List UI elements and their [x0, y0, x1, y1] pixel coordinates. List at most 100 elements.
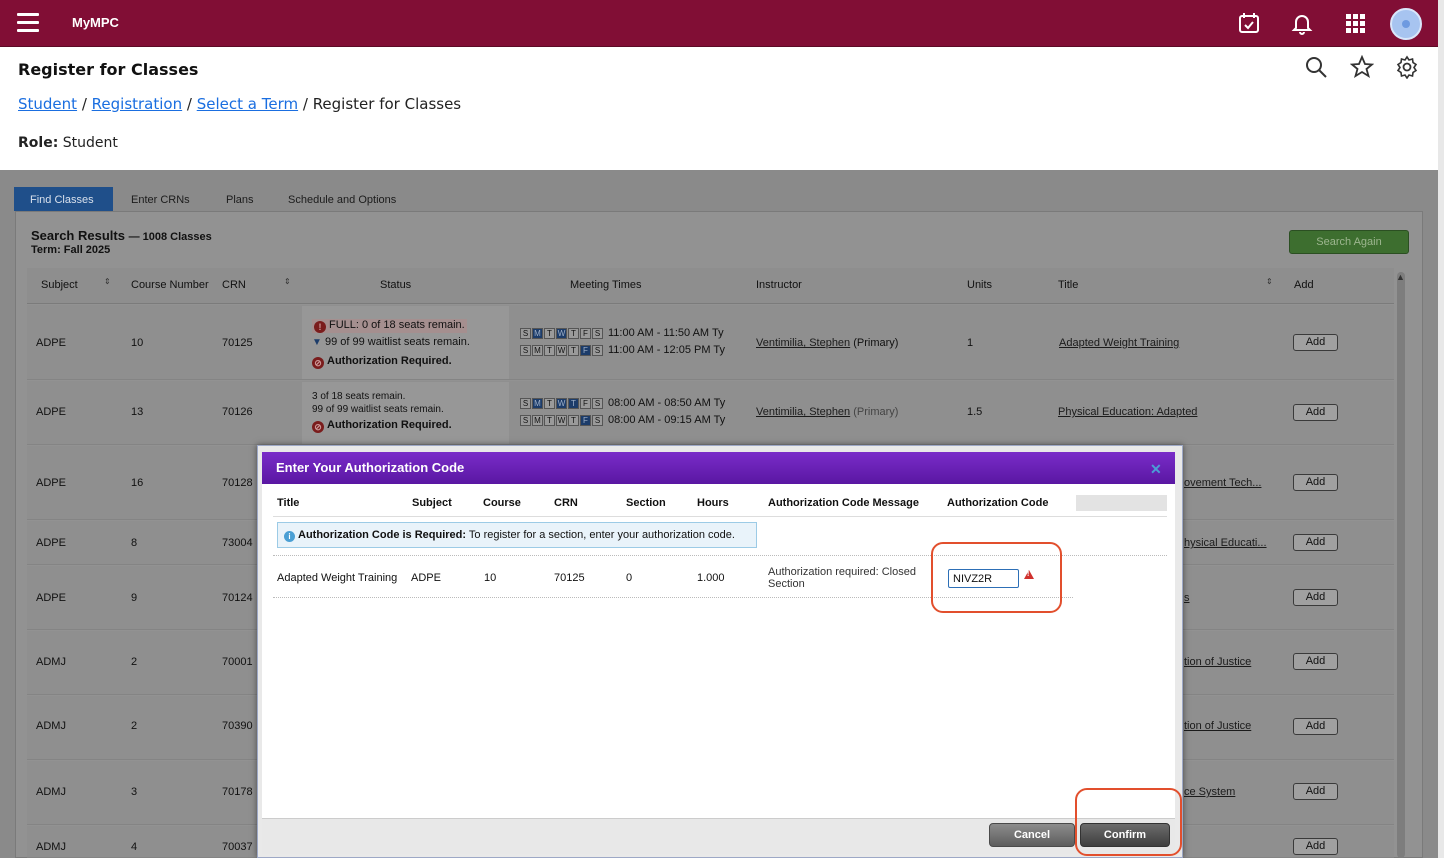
search-again-button[interactable]: Search Again — [1289, 230, 1409, 254]
instructor-link[interactable]: Ventimilia, Stephen — [756, 406, 850, 418]
row-course: 3 — [131, 786, 138, 798]
row-crn: 73004 — [222, 537, 253, 549]
breadcrumb-student[interactable]: Student — [18, 95, 77, 113]
close-icon[interactable]: ✕ — [1150, 461, 1164, 477]
row-subject: ADPE — [36, 337, 66, 349]
row-subject: ADMJ — [36, 720, 66, 732]
row-title-link[interactable]: Adapted Weight Training — [1059, 337, 1179, 349]
row-course: 4 — [131, 841, 138, 853]
row-crn: 70124 — [222, 592, 253, 604]
row-title-link[interactable]: hysical Educati... — [1184, 537, 1267, 549]
add-button[interactable]: Add — [1293, 334, 1338, 351]
row-instructor: Ventimilia, Stephen (Primary) — [756, 406, 899, 418]
row-subject: ADPE — [36, 592, 66, 604]
tab-enter-crns[interactable]: Enter CRNs — [131, 187, 190, 211]
tab-plans[interactable]: Plans — [226, 187, 254, 211]
status-full: ! FULL: 0 of 18 seats remain. — [312, 319, 467, 333]
gear-icon[interactable] — [1395, 55, 1419, 79]
add-button[interactable]: Add — [1293, 404, 1338, 421]
row-crn: 70037 — [222, 841, 253, 853]
results-count: — 1008 Classes — [128, 231, 212, 243]
add-button[interactable]: Add — [1293, 534, 1338, 551]
status-auth: ⊘ Authorization Required. — [312, 419, 452, 433]
row-course: 10 — [131, 337, 144, 349]
info-icon: i — [284, 531, 295, 542]
row-title-link[interactable]: s — [1184, 592, 1190, 604]
col-meeting-times: Meeting Times — [570, 279, 642, 291]
star-icon[interactable] — [1350, 55, 1374, 79]
breadcrumb-select-term[interactable]: Select a Term — [197, 95, 298, 113]
dialog-col-blank — [1076, 495, 1167, 511]
app-brand[interactable]: MyMPC — [72, 15, 119, 30]
top-bar — [0, 0, 1444, 47]
dialog-row-subject: ADPE — [411, 572, 441, 584]
sort-icon[interactable]: ⇕ — [104, 277, 111, 286]
dialog-col-subject: Subject — [412, 497, 452, 509]
add-button[interactable]: Add — [1293, 783, 1338, 800]
term-label: Term: Fall 2025 — [31, 244, 111, 256]
col-units[interactable]: Units — [967, 279, 992, 291]
row-subject: ADPE — [36, 406, 66, 418]
col-crn[interactable]: CRN — [222, 279, 246, 291]
col-course-number[interactable]: Course Number — [131, 279, 211, 291]
dialog-col-course: Course — [483, 497, 521, 509]
col-status: Status — [380, 279, 412, 291]
apps-grid-icon[interactable] — [1343, 11, 1367, 35]
add-button[interactable]: Add — [1293, 653, 1338, 670]
status-seats: 3 of 18 seats remain. — [312, 391, 406, 402]
row-crn: 70178 — [222, 786, 253, 798]
row-title-link[interactable]: ovement Tech... — [1184, 477, 1261, 489]
window-edge — [1438, 0, 1444, 858]
tab-find-classes[interactable]: Find Classes — [14, 187, 113, 211]
meeting-days: S M T W T F S 11:00 AM - 11:50 AM Ty — [520, 327, 724, 339]
waitlist-icon: ▼ — [312, 337, 322, 348]
status-waitlist: ▼ 99 of 99 waitlist seats remain. — [312, 336, 470, 348]
row-title-link[interactable]: Physical Education: Adapted — [1058, 406, 1197, 418]
page-title: Register for Classes — [18, 60, 199, 79]
col-subject[interactable]: Subject — [41, 279, 78, 291]
dialog-col-hours: Hours — [697, 497, 729, 509]
add-button[interactable]: Add — [1293, 474, 1338, 491]
row-crn: 70001 — [222, 656, 253, 668]
calendar-check-icon[interactable] — [1237, 11, 1261, 35]
full-alert-icon: ! — [314, 321, 326, 333]
add-button[interactable]: Add — [1293, 838, 1338, 855]
add-button[interactable]: Add — [1293, 718, 1338, 735]
bell-icon[interactable] — [1290, 11, 1314, 35]
col-instructor[interactable]: Instructor — [756, 279, 802, 291]
col-add: Add — [1294, 279, 1314, 291]
dialog-row-course: 10 — [484, 572, 497, 584]
no-entry-icon: ⊘ — [312, 357, 324, 369]
breadcrumb-registration[interactable]: Registration — [92, 95, 182, 113]
meeting-days: S M T W T F S 08:00 AM - 09:15 AM Ty — [520, 414, 725, 426]
row-title-link[interactable]: tion of Justice — [1184, 656, 1251, 668]
tab-schedule-options[interactable]: Schedule and Options — [288, 187, 396, 211]
highlight-box — [931, 542, 1062, 613]
instructor-link[interactable]: Ventimilia, Stephen — [756, 337, 850, 349]
role-label: Role: — [18, 135, 59, 151]
menu-icon[interactable] — [17, 13, 39, 32]
meeting-days: S M T W T F S 11:00 AM - 12:05 PM Ty — [520, 344, 725, 356]
row-course: 13 — [131, 406, 144, 418]
col-title[interactable]: Title — [1058, 279, 1078, 291]
row-subject: ADMJ — [36, 841, 66, 853]
sort-icon[interactable]: ⇕ — [1266, 277, 1273, 286]
sort-icon[interactable]: ⇕ — [284, 277, 291, 286]
dialog-col-message: Authorization Code Message — [768, 497, 919, 509]
row-title-link[interactable]: ce System — [1184, 786, 1235, 798]
cancel-button[interactable]: Cancel — [989, 823, 1075, 847]
row-title-link[interactable]: tion of Justice — [1184, 720, 1251, 732]
row-crn: 70126 — [222, 406, 253, 418]
scrollbar[interactable] — [1397, 272, 1405, 858]
meeting-days: S M T W T F S 08:00 AM - 08:50 AM Ty — [520, 397, 725, 409]
dialog-row-title: Adapted Weight Training — [277, 572, 398, 584]
add-button[interactable]: Add — [1293, 589, 1338, 606]
row-course: 8 — [131, 537, 138, 549]
status-waitlist: 99 of 99 waitlist seats remain. — [312, 404, 444, 415]
scroll-up-icon[interactable]: ▲ — [1396, 272, 1405, 282]
search-icon[interactable] — [1304, 55, 1328, 79]
dialog-row-message: Authorization required: Closed Section — [768, 566, 916, 590]
dialog-col-code: Authorization Code — [947, 497, 1049, 509]
avatar[interactable] — [1390, 8, 1422, 40]
dialog-col-section: Section — [626, 497, 666, 509]
